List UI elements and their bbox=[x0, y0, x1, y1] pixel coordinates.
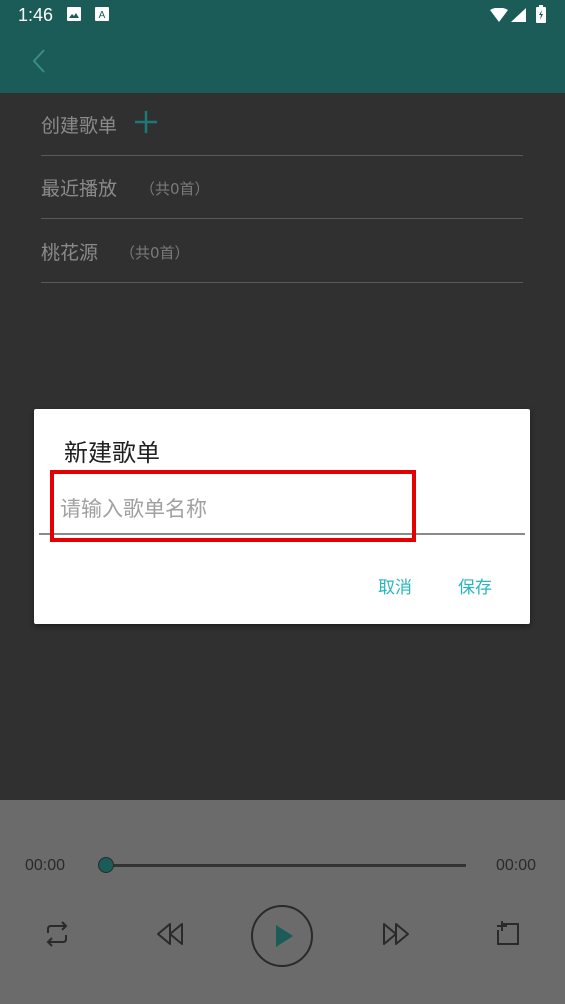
playlist-name: 桃花源 bbox=[41, 242, 99, 264]
create-playlist-label: 创建歌单 bbox=[41, 115, 118, 137]
list-item[interactable]: 最近播放 （共0首） bbox=[41, 156, 523, 219]
player-bar: 00:00 00:00 bbox=[0, 800, 565, 1004]
new-playlist-dialog: 新建歌单 取消 保存 bbox=[34, 409, 530, 624]
progress-track[interactable] bbox=[107, 864, 466, 867]
playlist-count: （共0首） bbox=[120, 244, 190, 262]
add-to-playlist-icon[interactable] bbox=[496, 920, 522, 948]
highlight-box bbox=[50, 470, 416, 542]
play-button[interactable] bbox=[250, 904, 314, 968]
save-button[interactable]: 保存 bbox=[458, 573, 492, 598]
playlist-name: 最近播放 bbox=[41, 178, 118, 200]
svg-text:A: A bbox=[99, 10, 106, 21]
app-bar bbox=[0, 30, 565, 93]
chevron-left-icon[interactable] bbox=[24, 46, 54, 76]
image-icon bbox=[67, 7, 81, 21]
battery-icon bbox=[536, 5, 546, 23]
status-bar: 1:46 A bbox=[0, 0, 565, 30]
fast-forward-icon[interactable] bbox=[382, 922, 410, 946]
rewind-icon[interactable] bbox=[156, 922, 184, 946]
cancel-button[interactable]: 取消 bbox=[378, 573, 412, 598]
plus-icon[interactable] bbox=[133, 109, 159, 135]
current-time: 00:00 bbox=[25, 857, 66, 874]
wifi-icon bbox=[490, 8, 508, 22]
repeat-icon[interactable] bbox=[42, 921, 72, 947]
create-playlist-row[interactable]: 创建歌单 bbox=[41, 93, 523, 156]
list-item[interactable]: 桃花源 （共0首） bbox=[41, 220, 523, 283]
a-badge-icon: A bbox=[95, 7, 109, 21]
signal-icon bbox=[511, 8, 526, 22]
status-time: 1:46 bbox=[18, 5, 54, 25]
total-time: 00:00 bbox=[496, 857, 537, 874]
dialog-title: 新建歌单 bbox=[64, 439, 160, 467]
playlist-count: （共0首） bbox=[140, 180, 210, 198]
progress-knob[interactable] bbox=[98, 857, 114, 873]
